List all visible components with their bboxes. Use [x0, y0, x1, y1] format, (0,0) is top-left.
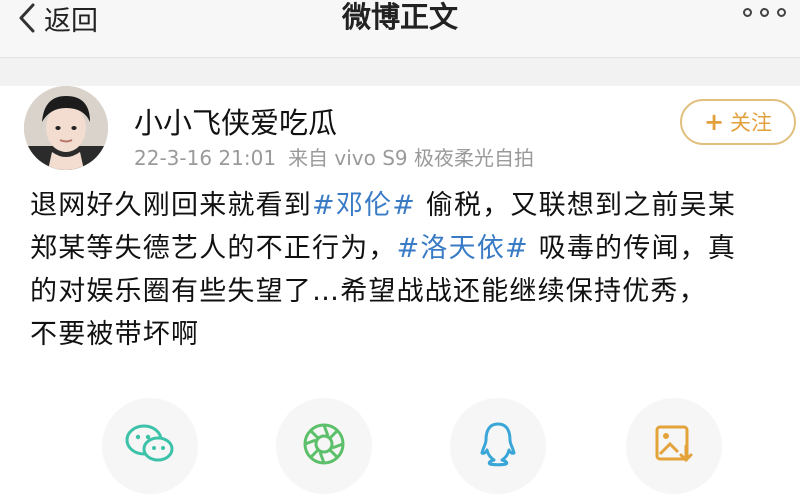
section-divider — [0, 58, 800, 86]
content-text: 偷税，又联想到之前吴某 — [416, 190, 737, 221]
page-title: 微博正文 — [341, 0, 458, 34]
weibo-post-screen: 微博正文 返回 小小飞侠爱吃瓜 22-3-16 21:01 来自 vivo S9… — [0, 0, 800, 504]
wechat-icon — [124, 422, 176, 470]
hashtag-link[interactable]: #洛天依# — [397, 233, 529, 264]
content-line: 退网好久刚回来就看到#邓伦# 偷税，又联想到之前吴某 — [30, 184, 790, 227]
top-nav-bar: 微博正文 返回 — [0, 0, 800, 58]
share-wechat-button[interactable] — [102, 398, 198, 494]
content-line: 的对娱乐圈有些失望了…希望战战还能继续保持优秀， — [30, 276, 707, 307]
avatar[interactable] — [24, 86, 108, 170]
dot-icon — [760, 8, 769, 17]
post-source: 来自 vivo S9 极夜柔光自拍 — [288, 146, 535, 170]
save-image-icon — [652, 422, 696, 470]
follow-button[interactable]: + 关注 — [680, 99, 796, 145]
post-card: 小小飞侠爱吃瓜 22-3-16 21:01 来自 vivo S9 极夜柔光自拍 +… — [0, 86, 800, 504]
follow-label: 关注 — [730, 111, 773, 135]
qq-icon — [478, 420, 518, 472]
username[interactable]: 小小飞侠爱吃瓜 — [134, 100, 337, 142]
share-qq-button[interactable] — [450, 398, 546, 494]
content-line: 不要被带坏啊 — [30, 319, 200, 350]
back-label: 返回 — [44, 5, 98, 37]
save-image-button[interactable] — [626, 398, 722, 494]
chevron-left-icon — [14, 3, 40, 33]
content-text: 吸毒的传闻，真 — [528, 233, 737, 264]
share-row — [0, 398, 800, 494]
content-line: 郑某等失德艺人的不正行为，#洛天依# 吸毒的传闻，真 — [30, 227, 790, 270]
post-meta: 22-3-16 21:01 来自 vivo S9 极夜柔光自拍 — [134, 142, 546, 171]
content-text: 郑某等失德艺人的不正行为， — [30, 233, 397, 264]
dot-icon — [743, 8, 752, 17]
post-timestamp: 22-3-16 21:01 — [134, 146, 277, 170]
post-content: 退网好久刚回来就看到#邓伦# 偷税，又联想到之前吴某 郑某等失德艺人的不正行为，… — [30, 184, 790, 356]
more-options-button[interactable] — [743, 8, 786, 17]
back-button[interactable]: 返回 — [14, 0, 98, 37]
hashtag-link[interactable]: #邓伦# — [312, 190, 416, 221]
plus-icon: + — [703, 108, 725, 136]
content-text: 退网好久刚回来就看到 — [30, 190, 312, 221]
share-moments-button[interactable] — [276, 398, 372, 494]
moments-icon — [301, 421, 347, 471]
dot-icon — [777, 8, 786, 17]
